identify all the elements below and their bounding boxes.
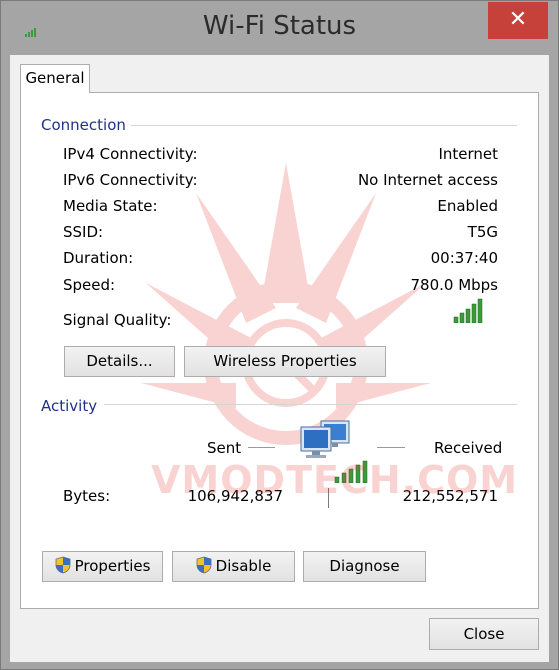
received-label: Received	[434, 439, 503, 457]
media-state-value: Enabled	[437, 197, 498, 215]
disable-button[interactable]: Disable	[172, 551, 295, 582]
signal-quality-label: Signal Quality:	[63, 311, 172, 329]
uac-shield-icon	[55, 556, 70, 574]
duration-label: Duration:	[63, 249, 134, 267]
window-title: Wi-Fi Status	[202, 11, 357, 41]
wifi-status-window: Wi-Fi Status ✕ General Connection IPv4 C…	[0, 0, 559, 670]
sent-label: Sent	[207, 439, 242, 457]
disable-button-label: Disable	[215, 557, 272, 575]
properties-button[interactable]: Properties	[42, 551, 163, 582]
network-computers-icon	[300, 420, 350, 458]
activity-divider	[104, 404, 517, 405]
speed-label: Speed:	[63, 276, 116, 294]
media-state-label: Media State:	[63, 197, 158, 215]
received-line	[377, 447, 405, 448]
watermark-logo	[141, 163, 431, 445]
sent-line	[248, 447, 275, 448]
speed-value: 780.0 Mbps	[410, 276, 498, 294]
general-tab-panel: Connection IPv4 Connectivity: Internet I…	[20, 92, 539, 609]
watermark-text: VMODTECH.COM	[151, 458, 519, 502]
connection-section-title: Connection	[41, 116, 126, 134]
ipv4-label: IPv4 Connectivity:	[63, 145, 198, 163]
duration-value: 00:37:40	[430, 249, 498, 267]
signal-quality-icon	[453, 298, 483, 323]
uac-shield-icon	[196, 556, 212, 574]
bytes-label: Bytes:	[63, 487, 111, 505]
ipv4-value: Internet	[438, 145, 498, 163]
details-button[interactable]: Details...	[64, 346, 175, 377]
diagnose-button[interactable]: Diagnose	[303, 551, 426, 582]
title-bar[interactable]: Wi-Fi Status ✕	[1, 1, 558, 55]
close-window-button[interactable]: ✕	[488, 2, 548, 39]
connection-divider	[131, 125, 517, 126]
ipv6-label: IPv6 Connectivity:	[63, 171, 198, 189]
ssid-value: T5G	[467, 223, 498, 241]
activity-section-title: Activity	[41, 397, 98, 415]
ipv6-value: No Internet access	[357, 171, 498, 189]
ssid-label: SSID:	[63, 223, 104, 241]
close-button[interactable]: Close	[429, 618, 539, 650]
wireless-properties-button[interactable]: Wireless Properties	[184, 346, 386, 377]
tab-general[interactable]: General	[20, 64, 90, 93]
properties-button-label: Properties	[74, 557, 151, 575]
